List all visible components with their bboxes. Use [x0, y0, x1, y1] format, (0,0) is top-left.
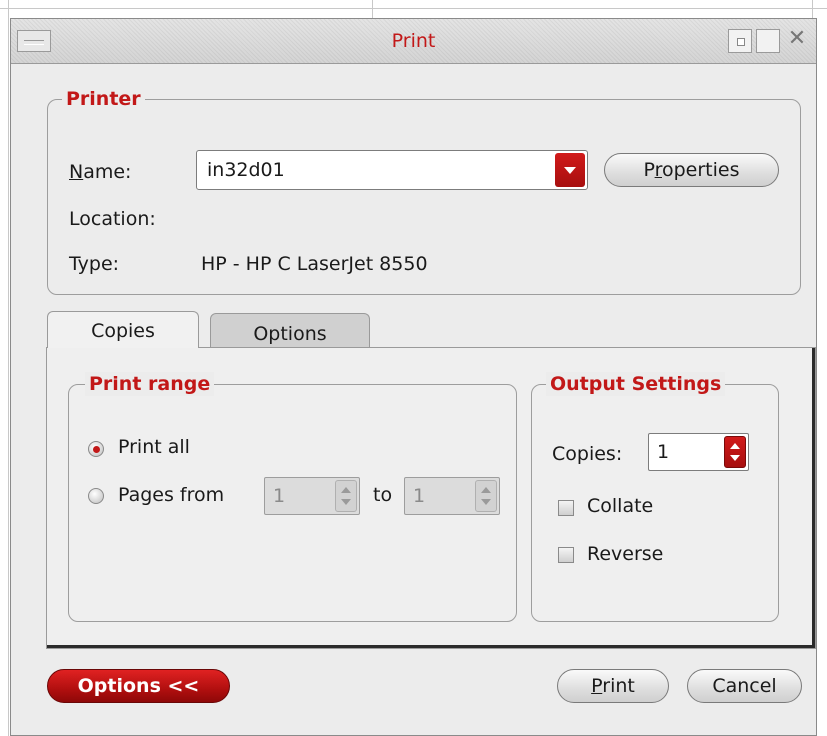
to-label: to: [373, 484, 393, 506]
window-title: Print: [391, 30, 436, 52]
background-line: [8, 0, 9, 736]
printer-name-combobox[interactable]: in32d01: [196, 150, 588, 190]
reverse-label: Reverse: [587, 543, 664, 565]
spin-arrows-icon[interactable]: [335, 480, 357, 512]
printer-name-value: in32d01: [207, 159, 285, 181]
copies-value: 1: [657, 441, 670, 463]
type-value: HP - HP C LaserJet 8550: [201, 253, 428, 275]
window-menu-button[interactable]: [17, 30, 51, 52]
reverse-checkbox[interactable]: [558, 547, 574, 563]
tab-options[interactable]: Options: [210, 313, 370, 347]
type-label: Type:: [69, 253, 120, 275]
title-bar: Print ✕: [11, 19, 816, 64]
pages-to-spinbox[interactable]: 1: [404, 477, 500, 515]
minimize-button[interactable]: [728, 29, 752, 53]
maximize-button[interactable]: [756, 29, 780, 53]
spin-arrows-icon[interactable]: [724, 436, 746, 468]
copies-spinbox[interactable]: 1: [648, 433, 749, 471]
pages-from-value: 1: [273, 485, 286, 507]
chevron-down-icon[interactable]: [555, 153, 585, 187]
close-button[interactable]: ✕: [783, 26, 811, 53]
location-label: Location:: [69, 208, 156, 230]
pages-from-radio[interactable]: [88, 488, 104, 504]
spin-arrows-icon[interactable]: [475, 480, 497, 512]
collate-checkbox[interactable]: [558, 500, 574, 516]
print-all-label: Print all: [118, 436, 190, 458]
background-line: [0, 8, 827, 9]
copies-label: Copies:: [552, 443, 623, 465]
print-button[interactable]: Print: [557, 669, 669, 703]
pages-from-spinbox[interactable]: 1: [264, 477, 360, 515]
print-all-radio[interactable]: [88, 441, 104, 457]
print-dialog: Print ✕ Printer Name: in32d01 Properties…: [10, 18, 817, 736]
printer-legend: Printer: [62, 87, 145, 111]
close-icon: ✕: [787, 26, 807, 51]
output-settings-legend: Output Settings: [546, 372, 726, 396]
pages-to-value: 1: [413, 485, 426, 507]
pages-from-label: Pages from: [118, 484, 225, 506]
collate-label: Collate: [587, 495, 654, 517]
name-label: Name:: [69, 161, 132, 183]
properties-button[interactable]: Properties: [604, 153, 779, 187]
options-toggle-button[interactable]: Options <<: [47, 669, 230, 703]
cancel-button[interactable]: Cancel: [687, 669, 802, 703]
print-range-legend: Print range: [85, 372, 215, 396]
tab-copies[interactable]: Copies: [47, 311, 199, 348]
